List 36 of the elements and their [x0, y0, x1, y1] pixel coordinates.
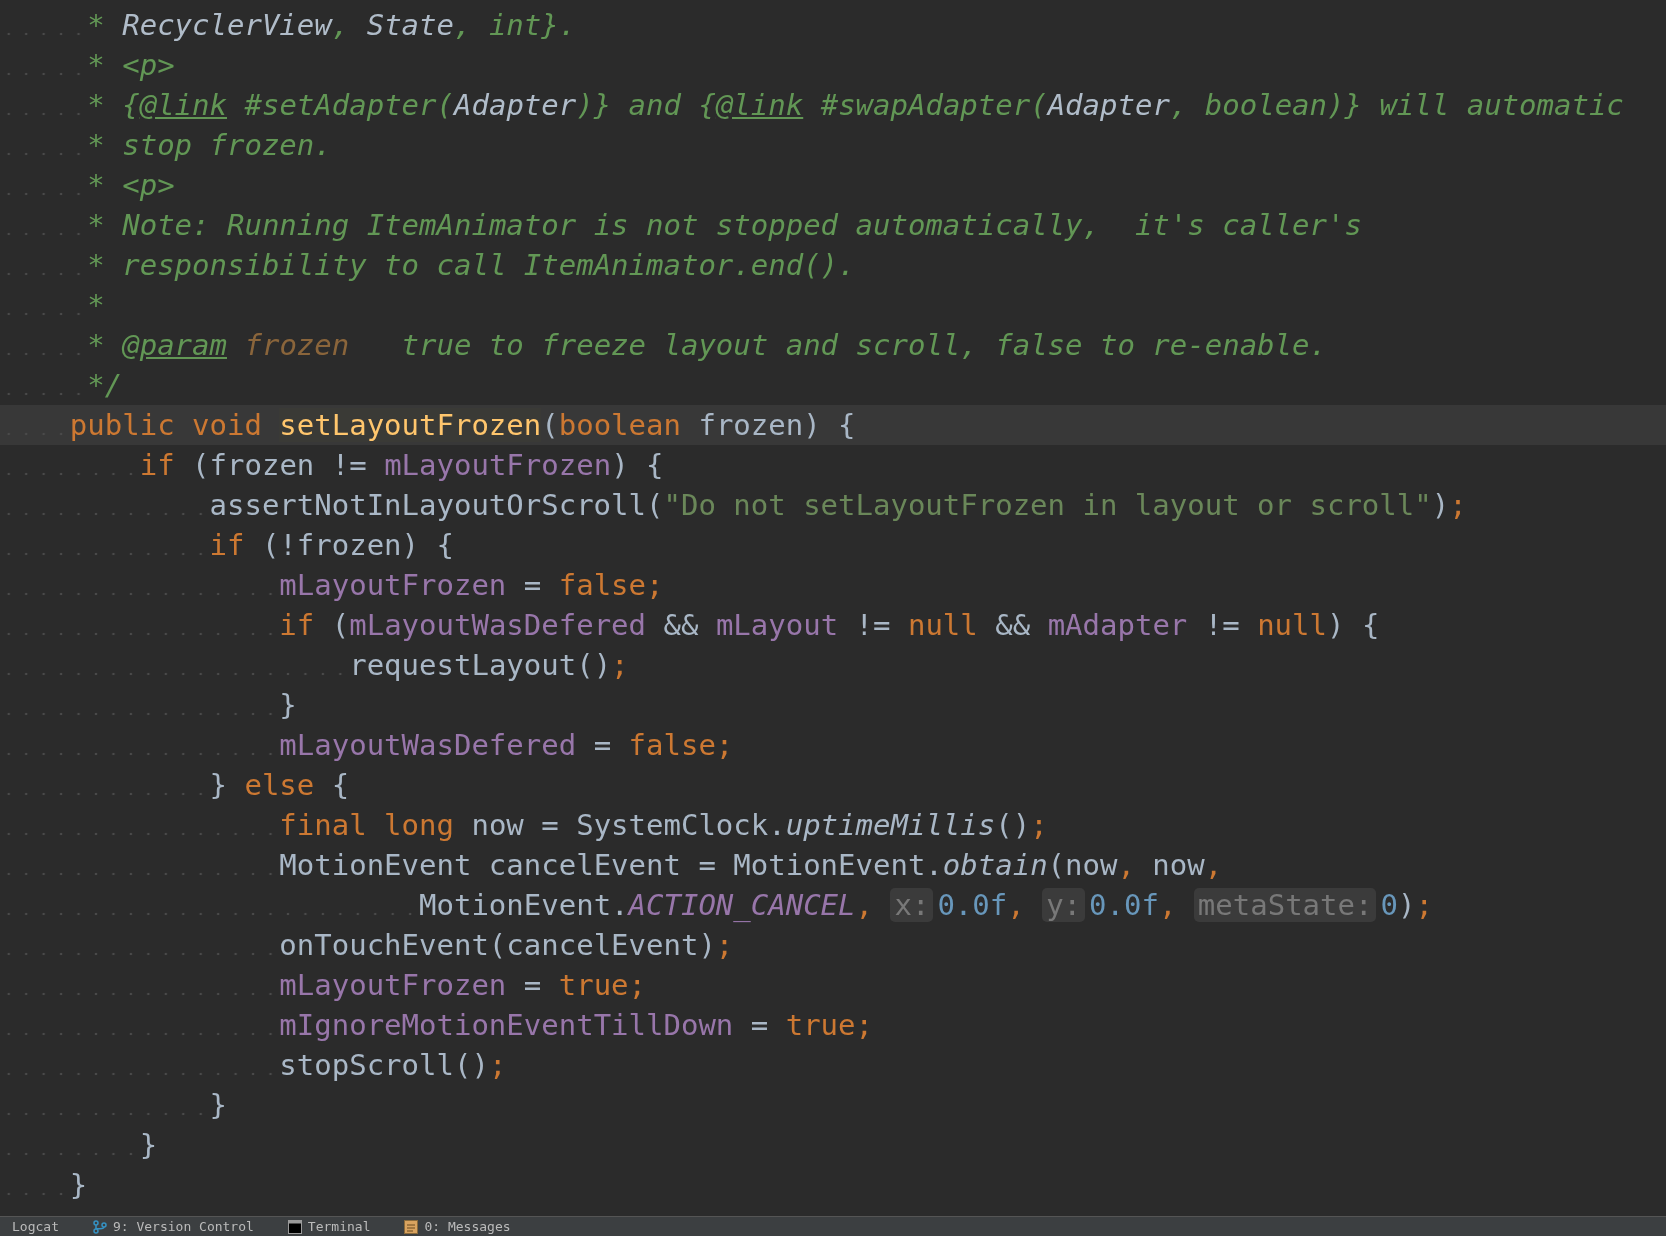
- code-line: requestLayout();: [0, 645, 1666, 685]
- code-line: */: [0, 365, 1666, 405]
- code-line: * Note: Running ItemAnimator is not stopped automatically, it's caller's: [0, 205, 1666, 245]
- code-line: stopScroll();: [0, 1045, 1666, 1085]
- code-line: * @param frozen true to freeze layout and scroll, false to re-enable.: [0, 325, 1666, 365]
- code-line: if (frozen != mLayoutFrozen) {: [0, 445, 1666, 485]
- branch-icon: [92, 1219, 107, 1234]
- code-line: final long now = SystemClock.uptimeMillis();: [0, 805, 1666, 845]
- code-line: assertNotInLayoutOrScroll("Do not setLayoutFrozen in layout or scroll");: [0, 485, 1666, 525]
- code-line: *: [0, 285, 1666, 325]
- code-line: * RecyclerView, State, int}.: [0, 5, 1666, 45]
- tool-window-tab[interactable]: 0: Messages: [404, 1218, 511, 1235]
- code-line: }: [0, 1165, 1666, 1205]
- tool-window-tab[interactable]: Terminal: [287, 1218, 371, 1235]
- code-line: * stop frozen.: [0, 125, 1666, 165]
- tool-window-tab[interactable]: Logcat: [12, 1218, 59, 1235]
- code-line: * responsibility to call ItemAnimator.end().: [0, 245, 1666, 285]
- code-line: if (!frozen) {: [0, 525, 1666, 565]
- code-line: onTouchEvent(cancelEvent);: [0, 925, 1666, 965]
- code-line: mLayoutFrozen = true;: [0, 965, 1666, 1005]
- code-line: } else {: [0, 765, 1666, 805]
- code-line: MotionEvent.ACTION_CANCEL, x: 0.0f, y: 0.0f, metaState: 0);: [0, 885, 1666, 925]
- code-line: * <p>: [0, 45, 1666, 85]
- code-line: mLayoutFrozen = false;: [0, 565, 1666, 605]
- code-line: if (mLayoutWasDefered && mLayout != null && mAdapter != null) {: [0, 605, 1666, 645]
- code-line: mLayoutWasDefered = false;: [0, 725, 1666, 765]
- code-line: * <p>: [0, 165, 1666, 205]
- code-line: }: [0, 685, 1666, 725]
- tool-window-tab[interactable]: 9: Version Control: [92, 1218, 254, 1235]
- messages-icon: [404, 1219, 419, 1234]
- code-line: mIgnoreMotionEventTillDown = true;: [0, 1005, 1666, 1045]
- code-line: MotionEvent cancelEvent = MotionEvent.obtain(now, now,: [0, 845, 1666, 885]
- code-line: }: [0, 1085, 1666, 1125]
- code-line: }: [0, 1125, 1666, 1165]
- code-line: * {@link #setAdapter(Adapter)} and {@link #swapAdapter(Adapter, boolean)} will automatic: [0, 85, 1666, 125]
- terminal-icon: [287, 1219, 302, 1234]
